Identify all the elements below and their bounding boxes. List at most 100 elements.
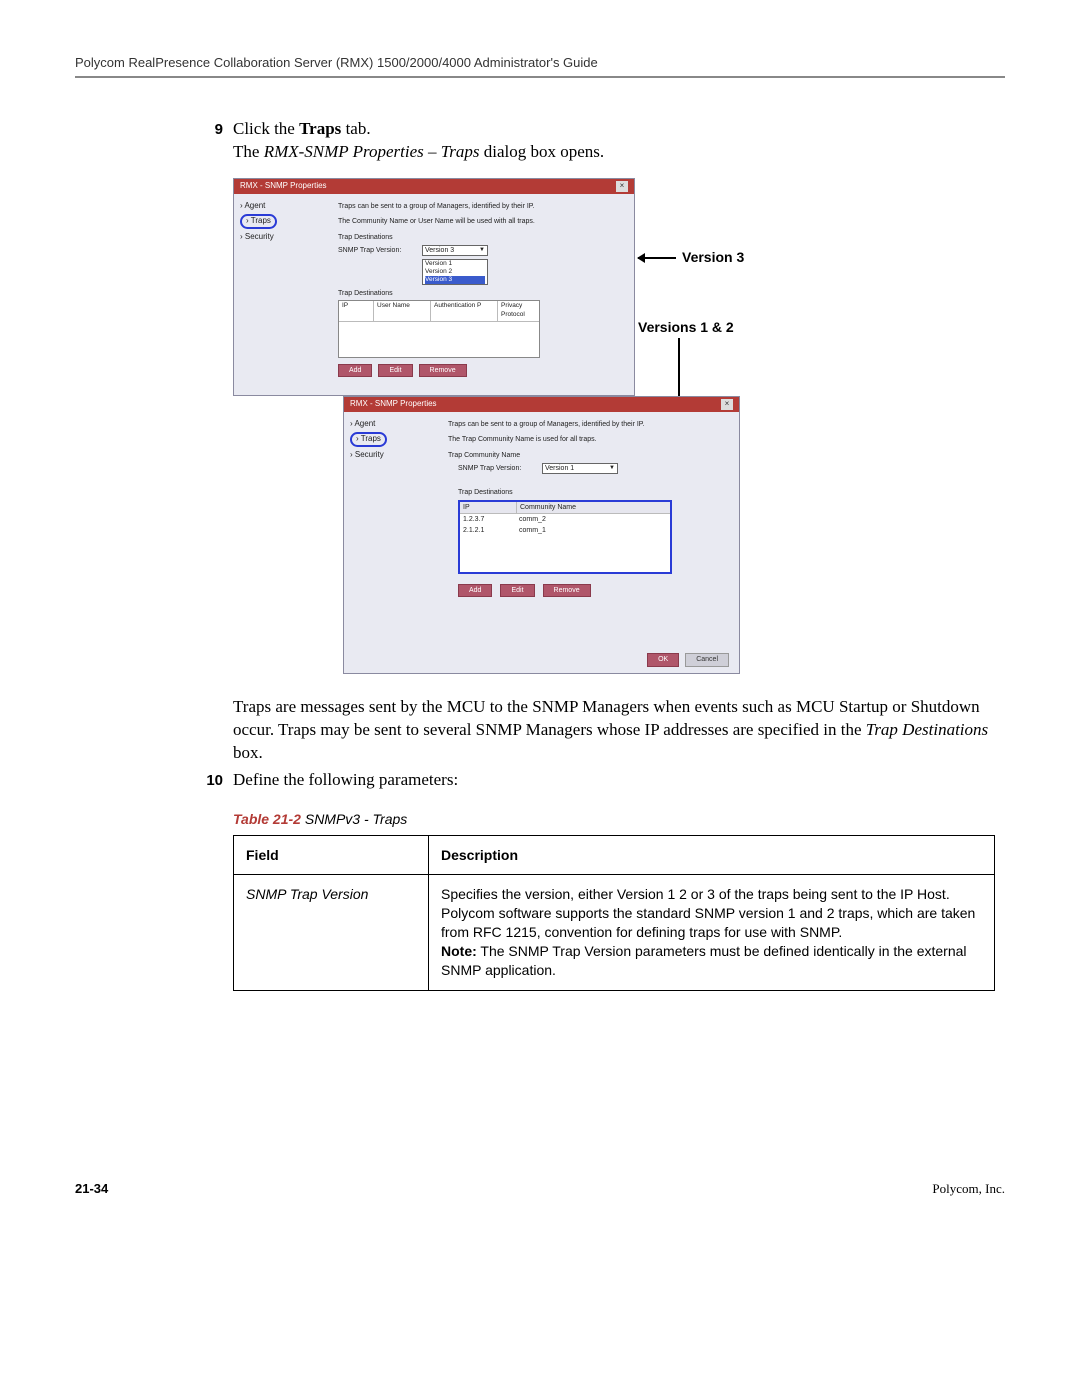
- chevron-down-icon: ▼: [609, 464, 615, 472]
- doc-header: Polycom RealPresence Collaboration Serve…: [75, 55, 1005, 70]
- para-b: Trap Destinations: [866, 720, 988, 739]
- add-button[interactable]: Add: [458, 584, 492, 597]
- step9-text-c: tab.: [341, 119, 370, 138]
- th-community: Community Name: [517, 502, 670, 513]
- dropdown-options[interactable]: Version 1 Version 2 Version 3: [422, 259, 488, 284]
- dlg1-group1: Trap Destinations: [338, 233, 624, 242]
- callout-version3: Version 3: [638, 248, 744, 267]
- dialog2-nav: › Agent › Traps › Security: [344, 412, 442, 674]
- para-c: box.: [233, 743, 263, 762]
- step-number: 10: [195, 769, 233, 792]
- arrow-left-icon: [638, 257, 676, 259]
- th-auth: Authentication P: [431, 301, 498, 321]
- remove-button[interactable]: Remove: [543, 584, 591, 597]
- cell-community: comm_2: [516, 514, 549, 525]
- cell-community: comm_1: [516, 525, 549, 536]
- edit-button[interactable]: Edit: [378, 364, 412, 377]
- chevron-down-icon: ▼: [479, 246, 485, 254]
- th-ip: IP: [339, 301, 374, 321]
- nav-traps[interactable]: › Traps: [348, 431, 438, 448]
- dlg1-intro1: Traps can be sent to a group of Managers…: [338, 202, 624, 212]
- dlg1-intro2: The Community Name or User Name will be …: [338, 217, 624, 227]
- trap-destinations-table[interactable]: IP User Name Authentication P Privacy Pr…: [338, 300, 540, 358]
- step10-text: Define the following parameters:: [233, 769, 995, 792]
- trap-destinations-table[interactable]: IP Community Name 1.2.3.7 comm_2 2.1.2.1…: [458, 500, 672, 574]
- close-icon[interactable]: ×: [616, 181, 628, 192]
- table-caption: Table 21-2 SNMPv3 - Traps: [233, 810, 995, 829]
- step9-line2-c: dialog box opens.: [480, 142, 605, 161]
- dialog-snmp-v3: RMX - SNMP Properties × › Agent › Traps …: [233, 178, 635, 396]
- td-field: SNMP Trap Version: [234, 875, 429, 990]
- cancel-button[interactable]: Cancel: [685, 653, 729, 666]
- dropdown-value: Version 1: [545, 464, 574, 473]
- table-row[interactable]: 1.2.3.7 comm_2: [460, 514, 670, 525]
- dlg2-intro2: The Trap Community Name is used for all …: [448, 435, 729, 445]
- dd-opt-2[interactable]: Version 2: [425, 268, 485, 276]
- table-caption-number: Table 21-2: [233, 811, 301, 827]
- dlg2-group2: Trap Destinations: [458, 488, 729, 497]
- table-row[interactable]: 2.1.2.1 comm_1: [460, 525, 670, 536]
- step9-line2-b: RMX-SNMP Properties – Traps: [264, 142, 480, 161]
- step-9: 9 Click the Traps tab. The RMX-SNMP Prop…: [195, 118, 995, 164]
- ok-button[interactable]: OK: [647, 653, 679, 666]
- dialog1-title: RMX - SNMP Properties: [240, 181, 327, 192]
- paragraph-traps: Traps are messages sent by the MCU to th…: [195, 696, 995, 765]
- screenshot-diagram: RMX - SNMP Properties × › Agent › Traps …: [233, 178, 773, 678]
- dlg2-group1: Trap Community Name: [448, 451, 729, 460]
- nav-agent[interactable]: › Agent: [348, 418, 438, 431]
- dlg2-intro1: Traps can be sent to a group of Managers…: [448, 420, 729, 430]
- th-description: Description: [429, 835, 995, 875]
- dialog-snmp-v1v2: RMX - SNMP Properties × › Agent › Traps …: [343, 396, 740, 674]
- callout-v12-label: Versions 1 & 2: [638, 319, 734, 335]
- page-footer: 21-34 Polycom, Inc.: [75, 1181, 1005, 1197]
- th-user: User Name: [374, 301, 431, 321]
- nav-security[interactable]: › Security: [238, 231, 328, 244]
- dd-opt-1[interactable]: Version 1: [425, 260, 485, 268]
- nav-agent[interactable]: › Agent: [238, 200, 328, 213]
- step-number: 9: [195, 118, 233, 164]
- th-field: Field: [234, 835, 429, 875]
- nav-traps[interactable]: › Traps: [238, 213, 328, 230]
- desc-note-label: Note:: [441, 943, 477, 959]
- dialog1-titlebar: RMX - SNMP Properties ×: [234, 179, 634, 194]
- th-ip: IP: [460, 502, 517, 513]
- dlg1-group2: Trap Destinations: [338, 289, 624, 298]
- nav-agent-label: Agent: [244, 201, 265, 210]
- dialog2-titlebar: RMX - SNMP Properties ×: [344, 397, 739, 412]
- step-10: 10 Define the following parameters:: [195, 769, 995, 792]
- snmp-trap-version-dropdown[interactable]: Version 3 ▼: [422, 245, 488, 256]
- td-description: Specifies the version, either Version 1 …: [429, 875, 995, 990]
- snmpv3-traps-table: Field Description SNMP Trap Version Spec…: [233, 835, 995, 991]
- callout-v3-label: Version 3: [682, 249, 744, 265]
- nav-traps-label: Traps: [251, 216, 271, 225]
- step9-text-a: Click the: [233, 119, 299, 138]
- callout-versions12: Versions 1 & 2: [638, 318, 758, 337]
- snmp-trap-version-label: SNMP Trap Version:: [338, 246, 416, 255]
- nav-traps-label: Traps: [361, 434, 381, 443]
- nav-security-label: Security: [245, 232, 274, 241]
- cell-ip: 1.2.3.7: [460, 514, 516, 525]
- dialog2-title: RMX - SNMP Properties: [350, 399, 437, 410]
- nav-security[interactable]: › Security: [348, 449, 438, 462]
- snmp-trap-version-dropdown[interactable]: Version 1 ▼: [542, 463, 618, 474]
- dd-opt-3[interactable]: Version 3: [425, 276, 485, 284]
- remove-button[interactable]: Remove: [419, 364, 467, 377]
- desc-note-text: The SNMP Trap Version parameters must be…: [441, 943, 967, 978]
- step9-text-b: Traps: [299, 119, 341, 138]
- header-rule: [75, 76, 1005, 78]
- edit-button[interactable]: Edit: [500, 584, 534, 597]
- page-number: 21-34: [75, 1181, 108, 1197]
- snmp-trap-version-label: SNMP Trap Version:: [458, 464, 536, 473]
- dialog1-nav: › Agent › Traps › Security: [234, 194, 332, 396]
- cell-ip: 2.1.2.1: [460, 525, 516, 536]
- step9-line2-a: The: [233, 142, 264, 161]
- footer-company: Polycom, Inc.: [932, 1181, 1005, 1197]
- close-icon[interactable]: ×: [721, 399, 733, 410]
- desc-main: Specifies the version, either Version 1 …: [441, 886, 975, 940]
- table-caption-title: SNMPv3 - Traps: [301, 811, 407, 827]
- nav-agent-label: Agent: [354, 419, 375, 428]
- nav-security-label: Security: [355, 450, 384, 459]
- add-button[interactable]: Add: [338, 364, 372, 377]
- th-priv: Privacy Protocol: [498, 301, 539, 321]
- dropdown-value: Version 3: [425, 246, 454, 255]
